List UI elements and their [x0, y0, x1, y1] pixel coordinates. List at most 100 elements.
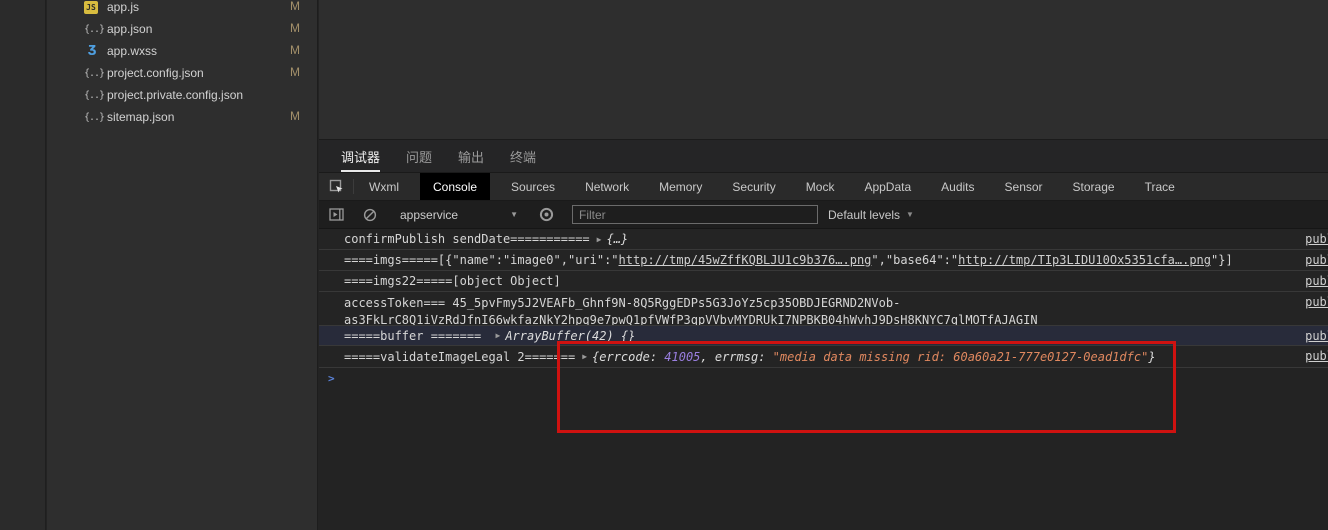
clear-console-icon [363, 208, 377, 222]
file-name: project.config.json [107, 66, 204, 80]
toggle-console-sidebar-button[interactable] [319, 208, 353, 221]
file-name: app.js [107, 0, 140, 14]
log-text: =====validateImageLegal 2======= [344, 349, 576, 364]
context-selector-value: appservice [400, 207, 459, 222]
tab-sources[interactable]: Sources [500, 173, 566, 200]
tab-storage[interactable]: Storage [1062, 173, 1126, 200]
tab-trace[interactable]: Trace [1134, 173, 1186, 200]
expand-triangle-icon[interactable]: ▶ [582, 352, 587, 361]
file-name: project.private.config.json [107, 88, 244, 102]
console-toolbar: appservice ▼ Default levels ▼ [319, 201, 1328, 229]
console-message-accesstoken: accessToken=== 45_5pvFmy5J2VEAFb_Ghnf9N-… [319, 292, 1328, 326]
file-item-project-private-config[interactable]: {..} project.private.config.json [47, 84, 317, 106]
log-text: as3FkLrC8Q1iVzRdJfnI66wkfazNkY2hpq9e7pwQ… [344, 313, 1038, 326]
clear-console-button[interactable] [353, 208, 387, 222]
file-tree: JS app.js M {..} app.json M Ʒ app.wxss M… [47, 0, 317, 128]
editor-empty-area [319, 0, 1328, 139]
tab-memory[interactable]: Memory [648, 173, 713, 200]
source-location-link[interactable]: publ [1305, 349, 1328, 363]
log-text: ","base64":" [871, 253, 959, 267]
file-name: app.wxss [107, 44, 158, 58]
create-live-expression-button[interactable] [529, 207, 563, 222]
file-item-project-config[interactable]: {..} project.config.json M [47, 62, 317, 84]
tab-audits[interactable]: Audits [930, 173, 985, 200]
modified-badge: M [290, 21, 300, 35]
log-text: accessToken=== 45_5pvFmy5J2VEAFb_Ghnf9N-… [344, 296, 901, 310]
console-message-validateimagelegal: =====validateImageLegal 2======= ▶ {errc… [319, 346, 1328, 368]
wxss-file-icon: Ʒ [88, 43, 96, 59]
devtools-tab-bar: Wxml Console Sources Network Memory Secu… [319, 173, 1328, 201]
console-message-confirmpublish: confirmPublish sendDate=========== ▶ {…}… [319, 229, 1328, 250]
tab-terminal[interactable]: 终端 [510, 140, 536, 172]
tab-mock[interactable]: Mock [795, 173, 846, 200]
tab-wxml[interactable]: Wxml [358, 173, 410, 200]
log-text: =====buffer ======= [344, 328, 489, 343]
eye-icon [539, 207, 554, 222]
log-levels-dropdown[interactable]: Default levels ▼ [828, 208, 914, 222]
modified-badge: M [290, 65, 300, 79]
console-message-imgs: ====imgs=====[{"name":"image0","uri":" ht… [319, 250, 1328, 271]
json-file-icon: {..} [84, 67, 105, 79]
source-location-link[interactable]: publ [1305, 274, 1328, 288]
object-preview[interactable]: {…} [606, 232, 628, 246]
javascript-file-icon: JS [84, 0, 98, 14]
chevron-down-icon: ▼ [510, 210, 518, 219]
expand-triangle-icon[interactable]: ▶ [496, 331, 501, 340]
file-name: app.json [107, 22, 153, 36]
modified-badge: M [290, 43, 300, 57]
tab-appdata[interactable]: AppData [853, 173, 922, 200]
file-item-app-json[interactable]: {..} app.json M [47, 18, 317, 40]
tab-debugger[interactable]: 调试器 [341, 140, 381, 172]
chevron-down-icon: ▼ [906, 210, 914, 219]
prompt-chevron-icon: > [328, 371, 335, 385]
tab-security[interactable]: Security [721, 173, 786, 200]
source-location-link[interactable]: publ [1305, 232, 1328, 246]
tab-network[interactable]: Network [574, 173, 640, 200]
modified-badge: M [290, 109, 300, 123]
json-file-icon: {..} [84, 23, 105, 35]
console-message-buffer: =====buffer ======= ▶ ArrayBuffer(42) {}… [319, 326, 1328, 346]
tab-problems[interactable]: 问题 [406, 140, 432, 172]
file-item-app-wxss[interactable]: Ʒ app.wxss M [47, 40, 317, 62]
log-text: ====imgs=====[{"name":"image0","uri":" [344, 253, 619, 267]
file-explorer-sidebar: JS app.js M {..} app.json M Ʒ app.wxss M… [47, 0, 318, 530]
tmp-image-url-link[interactable]: http://tmp/45wZffKQBLJU1c9b376….png [619, 253, 872, 267]
log-text: ====imgs22=====[object Object] [344, 274, 561, 288]
console-filter-input[interactable] [572, 205, 818, 224]
source-location-link[interactable]: publ [1305, 329, 1328, 343]
inspect-cursor-icon [329, 179, 344, 194]
error-object-preview[interactable]: {errcode: 41005, errmsg: "media data mis… [592, 350, 1156, 364]
source-location-link[interactable]: publ [1305, 295, 1328, 309]
errmsg-value: "media data missing rid: 60a60a21-777e01… [772, 349, 1149, 364]
json-file-icon: {..} [84, 89, 105, 101]
log-levels-value: Default levels [828, 207, 901, 222]
debugger-tab-bar: 调试器 问题 输出 终端 [319, 139, 1328, 173]
tmp-base64-url-link[interactable]: http://tmp/TIp3LIDU10Ox5351cfa….png [958, 253, 1211, 267]
activity-bar [0, 0, 46, 530]
object-open: {errcode: [592, 349, 665, 364]
console-message-imgs22: ====imgs22=====[object Object] publ [319, 271, 1328, 292]
console-prompt[interactable]: > [319, 368, 1328, 388]
file-item-app-js[interactable]: JS app.js M [47, 0, 317, 18]
tab-sensor[interactable]: Sensor [994, 173, 1054, 200]
debugger-panel: 调试器 问题 输出 终端 Wxml Console Sources Networ… [319, 139, 1328, 530]
sidebar-toggle-icon [328, 208, 344, 221]
modified-badge: M [290, 0, 300, 13]
execution-context-selector[interactable]: appservice ▼ [400, 208, 518, 222]
source-location-link[interactable]: publ [1305, 253, 1328, 267]
log-text: confirmPublish sendDate=========== [344, 232, 590, 246]
log-text: "}] [1211, 253, 1233, 267]
inspect-element-button[interactable] [319, 173, 353, 200]
toolbar-separator [353, 179, 354, 194]
file-item-sitemap-json[interactable]: {..} sitemap.json M [47, 106, 317, 128]
tab-console[interactable]: Console [420, 173, 491, 200]
object-close: } [1148, 349, 1156, 364]
expand-triangle-icon[interactable]: ▶ [597, 235, 602, 244]
tab-output[interactable]: 输出 [458, 140, 484, 172]
object-mid: , errmsg: [700, 349, 773, 364]
errcode-value: 41005 [664, 349, 701, 364]
file-name: sitemap.json [107, 110, 175, 124]
console-output: confirmPublish sendDate=========== ▶ {…}… [319, 229, 1328, 388]
arraybuffer-preview[interactable]: ArrayBuffer(42) {} [505, 329, 635, 343]
json-file-icon: {..} [84, 111, 105, 123]
